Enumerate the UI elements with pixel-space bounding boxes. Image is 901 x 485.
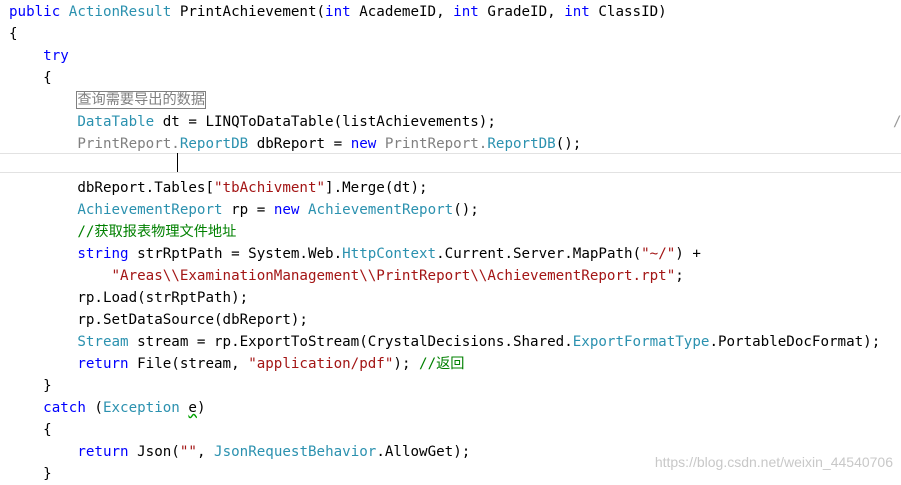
current-line-highlight [0, 153, 901, 173]
code-token: AcademeID, [350, 4, 454, 20]
code-token: ; [675, 268, 684, 284]
code-line[interactable]: return File(stream, "application/pdf"); … [9, 353, 465, 375]
code-line[interactable]: public ActionResult PrintAchievement(int… [9, 1, 667, 23]
code-token: ClassID) [589, 4, 667, 20]
code-token: (); [555, 136, 582, 152]
code-token: catch [9, 400, 86, 416]
code-token: JsonRequestBehavior [214, 444, 377, 460]
code-token: new [273, 202, 300, 218]
code-token: .AllowGet); [376, 444, 471, 460]
watermark: https://blog.csdn.net/weixin_44540706 [654, 454, 893, 470]
code-token: Stream [77, 334, 129, 350]
code-token: int [453, 4, 479, 20]
code-line[interactable]: PrintReport.ReportDB dbReport = new Prin… [9, 133, 581, 155]
code-line[interactable]: return Json("", JsonRequestBehavior.Allo… [9, 441, 470, 463]
code-token: rp.Load(strRptPath); [9, 290, 249, 306]
overflow-slash: / [893, 114, 901, 130]
code-line[interactable]: { [9, 419, 52, 441]
code-token: dt = LINQToDataTable(listAchievements); [154, 114, 496, 130]
code-line[interactable]: //获取报表物理文件地址 [9, 221, 236, 243]
code-token: try [9, 48, 69, 64]
code-token: DataTable [77, 114, 155, 130]
code-line[interactable]: } [9, 375, 52, 397]
code-token: .PortableDocFormat); [709, 334, 881, 350]
code-token: AchievementReport [77, 202, 223, 218]
code-token: { [9, 26, 18, 42]
code-token: (); [453, 202, 479, 218]
code-editor[interactable]: / public ActionResult PrintAchievement(i… [0, 0, 901, 482]
code-line[interactable]: rp.Load(strRptPath); [9, 287, 248, 309]
code-token: dbReport = [248, 136, 351, 152]
code-line[interactable]: { [9, 23, 18, 45]
code-token: dbReport.Tables[ [9, 180, 214, 196]
code-line[interactable]: 查询需要导出的数据 [9, 89, 207, 111]
code-line[interactable]: } [9, 463, 52, 485]
code-line[interactable]: string strRptPath = System.Web.HttpConte… [9, 243, 701, 265]
code-token: e [188, 400, 197, 416]
code-token: ); [393, 356, 420, 372]
code-line[interactable]: { [9, 67, 52, 89]
code-line[interactable]: AchievementReport rp = new AchievementRe… [9, 199, 479, 221]
code-line[interactable]: "Areas\\ExaminationManagement\\PrintRepo… [9, 265, 684, 287]
code-line[interactable]: catch (Exception e) [9, 397, 205, 419]
text-cursor [177, 153, 178, 172]
code-token: ExportFormatType [572, 334, 710, 350]
code-line[interactable]: try [9, 45, 69, 67]
code-token: , [196, 444, 215, 460]
code-token: { [9, 70, 52, 86]
code-token: File(stream, [128, 356, 249, 372]
code-token: ].Merge(dt); [325, 180, 428, 196]
code-token: ReportDB [487, 136, 556, 152]
code-token: HttpContext [342, 246, 437, 262]
code-token: Json( [128, 444, 180, 460]
code-token: AchievementReport [307, 202, 454, 218]
code-token: { [9, 422, 52, 438]
code-token: PrintAchievement( [171, 4, 326, 20]
code-token: "" [179, 444, 197, 460]
code-token: "~/" [641, 246, 676, 262]
code-token: } [9, 466, 52, 482]
code-token: ReportDB [179, 136, 249, 152]
code-token: new [350, 136, 377, 152]
code-token: strRptPath = System.Web. [128, 246, 343, 262]
code-token: public [9, 4, 69, 20]
code-token: //获取报表物理文件地址 [9, 224, 237, 240]
code-token: int [564, 4, 590, 20]
code-token: .Current.Server.MapPath( [436, 246, 642, 262]
code-token: "application/pdf" [248, 356, 394, 372]
code-token: "tbAchivment" [214, 180, 326, 196]
code-token: GradeID, [478, 4, 565, 20]
code-token: } [9, 378, 52, 394]
code-token: rp.SetDataSource(dbReport); [9, 312, 308, 328]
code-token: ) + [675, 246, 701, 262]
code-token: "Areas\\ExaminationManagement\\PrintRepo… [111, 268, 676, 284]
code-token: ) [196, 400, 206, 416]
code-token: PrintReport. [376, 136, 488, 152]
code-token: int [325, 4, 351, 20]
code-token: Exception [102, 400, 180, 416]
code-line[interactable]: DataTable dt = LINQToDataTable(listAchie… [9, 111, 496, 133]
collapsed-region-label: 查询需要导出的数据 [76, 91, 207, 109]
code-token: string [77, 246, 129, 262]
code-token: stream = rp.ExportToStream(CrystalDecisi… [128, 334, 573, 350]
code-token: //返回 [419, 356, 465, 372]
code-token: return [77, 356, 129, 372]
code-token: return [77, 444, 129, 460]
code-token: ( [85, 400, 103, 416]
code-token: rp = [222, 202, 274, 218]
code-line[interactable]: rp.SetDataSource(dbReport); [9, 309, 308, 331]
code-line[interactable]: Stream stream = rp.ExportToStream(Crysta… [9, 331, 880, 353]
code-token: ActionResult [68, 4, 172, 20]
code-token: PrintReport. [9, 136, 180, 152]
code-line[interactable]: dbReport.Tables["tbAchivment"].Merge(dt)… [9, 177, 428, 199]
